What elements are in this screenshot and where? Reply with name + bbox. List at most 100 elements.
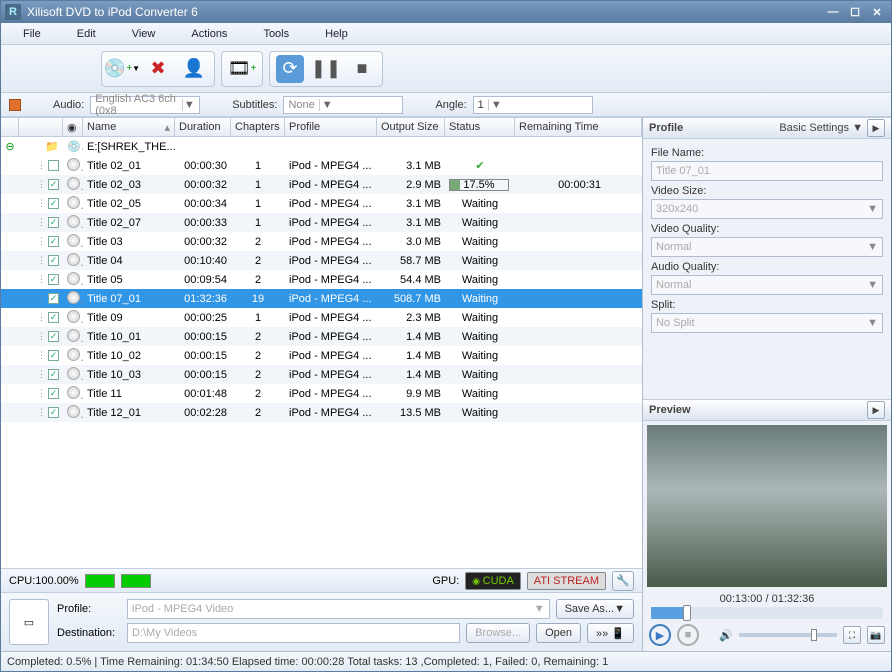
profile-label: Profile: — [57, 603, 121, 615]
col-check[interactable] — [19, 118, 63, 136]
pause-button[interactable]: ❚❚ — [312, 55, 340, 83]
toolbar: 💿+▼ ✖ 👤 🎞+ ⟳ ❚❚ ■ — [1, 45, 891, 93]
close-button[interactable]: ✕ — [867, 4, 887, 20]
cuda-badge: ◉ CUDA — [465, 572, 521, 590]
col-icon[interactable]: ◉ — [63, 118, 83, 136]
menu-tools[interactable]: Tools — [251, 28, 313, 40]
cpu-bar-1 — [85, 574, 115, 588]
col-chapters[interactable]: Chapters — [231, 118, 285, 136]
audioq-label: Audio Quality: — [651, 261, 883, 273]
root-row[interactable]: ⊖📁💿E:[SHREK_THE... — [1, 137, 642, 156]
play-button[interactable]: ▶ — [649, 624, 671, 646]
ati-badge: ATI STREAM — [527, 572, 606, 590]
destination-label: Destination: — [57, 627, 121, 639]
select-all-marker[interactable] — [9, 99, 21, 111]
stop-preview-button[interactable]: ■ — [677, 624, 699, 646]
preview-time: 00:13:00 / 01:32:36 — [643, 591, 891, 607]
destination-field[interactable]: D:\My Videos — [127, 623, 460, 643]
videoq-field[interactable]: Normal▼ — [651, 237, 883, 257]
fullscreen-button[interactable]: ⛶ — [843, 626, 861, 644]
angle-select[interactable]: 1▼ — [473, 96, 593, 114]
table-row[interactable]: ⋮✓Title 02_0500:00:341iPod - MPEG4 ...3.… — [1, 194, 642, 213]
table-row[interactable]: ⋮✓Title 0500:09:542iPod - MPEG4 ...54.4 … — [1, 270, 642, 289]
subtitles-label: Subtitles: — [232, 99, 277, 111]
table-row[interactable]: ⋮✓Title 0400:10:402iPod - MPEG4 ...58.7 … — [1, 251, 642, 270]
profile-collapse-button[interactable]: ▶ — [867, 119, 885, 137]
table-row[interactable]: ⋮Title 02_0100:00:301iPod - MPEG4 ...3.1… — [1, 156, 642, 175]
table-row[interactable]: ⋮✓Title 10_0100:00:152iPod - MPEG4 ...1.… — [1, 327, 642, 346]
angle-label: Angle: — [435, 99, 466, 111]
split-field[interactable]: No Split▼ — [651, 313, 883, 333]
menu-help[interactable]: Help — [313, 28, 372, 40]
window-title: Xilisoft DVD to iPod Converter 6 — [27, 5, 823, 19]
split-label: Split: — [651, 299, 883, 311]
videoq-label: Video Quality: — [651, 223, 883, 235]
audio-label: Audio: — [53, 99, 84, 111]
videosize-label: Video Size: — [651, 185, 883, 197]
open-button[interactable]: Open — [536, 623, 581, 643]
preview-collapse-button[interactable]: ▶ — [867, 401, 885, 419]
app-logo-icon: R — [5, 4, 21, 20]
table-row[interactable]: ⋮✓Title 10_0300:00:152iPod - MPEG4 ...1.… — [1, 365, 642, 384]
add-dvd-button[interactable]: 💿+▼ — [108, 55, 136, 83]
statusbar: Completed: 0.5% | Time Remaining: 01:34:… — [1, 651, 891, 671]
menu-actions[interactable]: Actions — [179, 28, 251, 40]
table-row[interactable]: ⋮✓Title 1100:01:482iPod - MPEG4 ...9.9 M… — [1, 384, 642, 403]
film-button[interactable]: 🎞+ — [228, 55, 256, 83]
device-icon: ▭ — [9, 599, 49, 645]
remove-button[interactable]: ✖ — [144, 55, 172, 83]
preview-slider[interactable] — [651, 607, 883, 619]
browse-button[interactable]: Browse... — [466, 623, 530, 643]
table-row[interactable]: ⋮✓Title 02_0700:00:331iPod - MPEG4 ...3.… — [1, 213, 642, 232]
table-row[interactable]: ⋮✓Title 07_0101:32:3619iPod - MPEG4 ...5… — [1, 289, 642, 308]
table-body: ⊖📁💿E:[SHREK_THE...⋮Title 02_0100:00:301i… — [1, 137, 642, 568]
selector-row: Audio: English AC3 6ch (0x8▼ Subtitles: … — [1, 93, 891, 117]
transfer-button[interactable]: »» 📱 — [587, 623, 634, 643]
maximize-button[interactable]: ☐ — [845, 4, 865, 20]
bottom-box: ▭ Profile: iPod - MPEG4 Video▼ Save As..… — [1, 592, 642, 651]
table-row[interactable]: ⋮✓Title 12_0100:02:282iPod - MPEG4 ...13… — [1, 403, 642, 422]
cpu-bar-2 — [121, 574, 151, 588]
preview-image — [647, 425, 887, 587]
property-pane: File Name: Title 07_01 Video Size: 320x2… — [643, 139, 891, 339]
minimize-button[interactable]: — — [823, 4, 843, 20]
col-remaining[interactable]: Remaining Time — [515, 118, 642, 136]
table-row[interactable]: ⋮✓Title 10_0200:00:152iPod - MPEG4 ...1.… — [1, 346, 642, 365]
cpu-label: CPU:100.00% — [9, 575, 79, 587]
audioq-field[interactable]: Normal▼ — [651, 275, 883, 295]
volume-icon[interactable]: 🔊 — [719, 629, 733, 642]
filename-label: File Name: — [651, 147, 883, 159]
menu-edit[interactable]: Edit — [65, 28, 120, 40]
profile-panel-header: Profile Basic Settings ▼ ▶ — [643, 117, 891, 139]
volume-slider[interactable] — [739, 633, 837, 637]
cpu-row: CPU:100.00% GPU: ◉ CUDA ATI STREAM 🔧 — [1, 568, 642, 592]
col-output[interactable]: Output Size — [377, 118, 445, 136]
basic-settings-dropdown[interactable]: Basic Settings ▼ — [779, 122, 863, 134]
profile-field[interactable]: iPod - MPEG4 Video▼ — [127, 599, 550, 619]
table-row[interactable]: ⋮✓Title 02_0300:00:321iPod - MPEG4 ...2.… — [1, 175, 642, 194]
table-row[interactable]: ⋮✓Title 0300:00:322iPod - MPEG4 ...3.0 M… — [1, 232, 642, 251]
col-profile[interactable]: Profile — [285, 118, 377, 136]
filename-field[interactable]: Title 07_01 — [651, 161, 883, 181]
titlebar: R Xilisoft DVD to iPod Converter 6 — ☐ ✕ — [1, 1, 891, 23]
snapshot-button[interactable]: 📷 — [867, 626, 885, 644]
gpu-label: GPU: — [432, 575, 459, 587]
convert-button[interactable]: ⟳ — [276, 55, 304, 83]
stop-button[interactable]: ■ — [348, 55, 376, 83]
menu-view[interactable]: View — [120, 28, 180, 40]
user-button[interactable]: 👤 — [180, 55, 208, 83]
table-row[interactable]: ⋮✓Title 0900:00:251iPod - MPEG4 ...2.3 M… — [1, 308, 642, 327]
table-header: ◉ Name▴ Duration Chapters Profile Output… — [1, 117, 642, 137]
subtitles-select[interactable]: None▼ — [283, 96, 403, 114]
col-status[interactable]: Status — [445, 118, 515, 136]
audio-select[interactable]: English AC3 6ch (0x8▼ — [90, 96, 200, 114]
settings-button[interactable]: 🔧 — [612, 571, 634, 591]
col-duration[interactable]: Duration — [175, 118, 231, 136]
menu-file[interactable]: File — [11, 28, 65, 40]
col-name[interactable]: Name▴ — [83, 118, 175, 136]
menubar: File Edit View Actions Tools Help — [1, 23, 891, 45]
saveas-button[interactable]: Save As... ▼ — [556, 599, 634, 619]
videosize-field[interactable]: 320x240▼ — [651, 199, 883, 219]
preview-header: Preview ▶ — [643, 399, 891, 421]
col-marker[interactable] — [1, 118, 19, 136]
